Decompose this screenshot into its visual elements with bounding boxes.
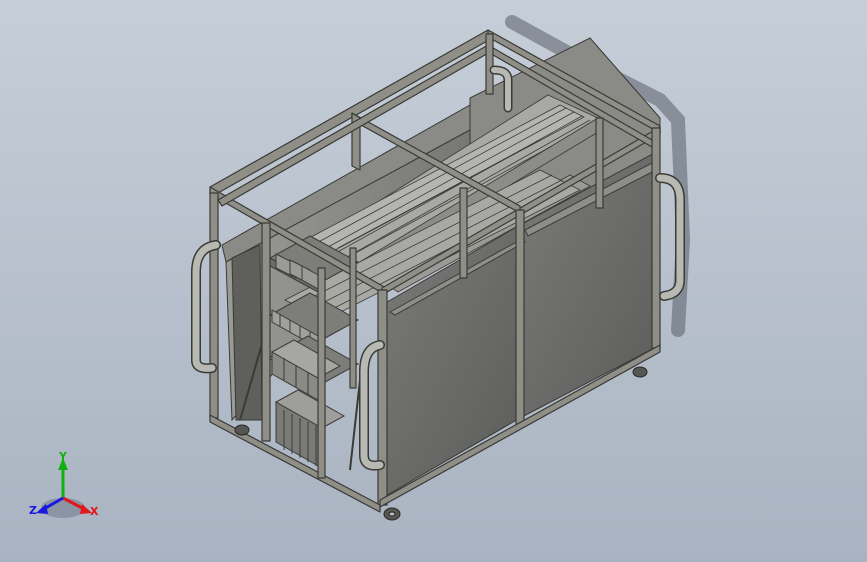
coordinate-triad [36,458,92,518]
triad-z-label: Z [29,504,37,517]
triad-x-label: X [90,505,99,518]
triad-y-label: Y [59,450,67,463]
graphics-viewport[interactable]: Y X Z [0,0,867,562]
